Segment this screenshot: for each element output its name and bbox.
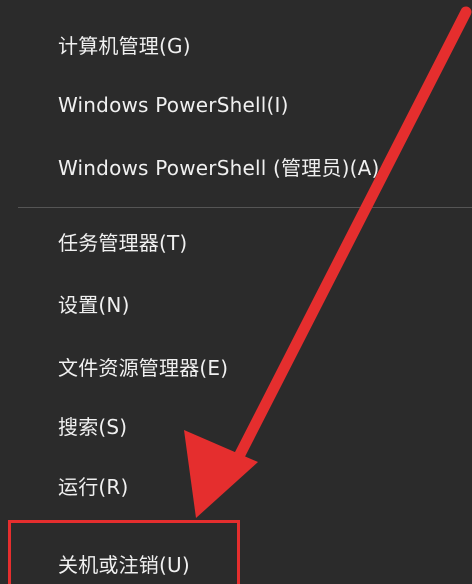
menu-item-label: Windows PowerShell (管理员)(A) [58, 156, 380, 180]
menu-separator [18, 207, 472, 208]
menu-item-powershell-admin[interactable]: Windows PowerShell (管理员)(A) [58, 148, 380, 188]
winx-context-menu: 计算机管理(G) Windows PowerShell(I) Windows P… [0, 0, 472, 584]
menu-item-label: 运行(R) [58, 475, 129, 499]
menu-item-label: Windows PowerShell(I) [58, 93, 289, 117]
menu-item-powershell[interactable]: Windows PowerShell(I) [58, 85, 289, 125]
annotation-highlight-box [8, 520, 240, 584]
menu-item-task-manager[interactable]: 任务管理器(T) [58, 223, 187, 263]
menu-item-search[interactable]: 搜索(S) [58, 407, 127, 447]
menu-item-settings[interactable]: 设置(N) [58, 285, 130, 325]
menu-item-label: 设置(N) [58, 293, 130, 317]
menu-item-run[interactable]: 运行(R) [58, 467, 129, 507]
menu-item-label: 计算机管理(G) [58, 34, 191, 58]
menu-item-computer-management[interactable]: 计算机管理(G) [58, 26, 191, 66]
menu-item-label: 任务管理器(T) [58, 231, 188, 255]
menu-item-label: 搜索(S) [58, 415, 128, 439]
menu-item-file-explorer[interactable]: 文件资源管理器(E) [58, 348, 228, 388]
menu-item-label: 文件资源管理器(E) [58, 356, 229, 380]
